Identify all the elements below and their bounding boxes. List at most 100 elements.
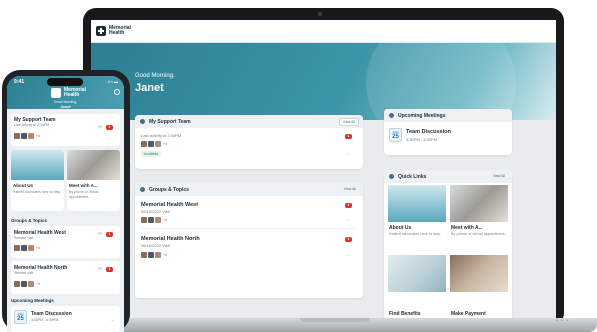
mobile-tile-meet[interactable]: Meet with A... By phone or virtual appoi… [67,150,120,211]
avatar [155,141,161,147]
tile-title: About Us [13,183,33,188]
message-icon: ✉ [98,266,102,271]
arrow-right-icon[interactable]: → [345,151,350,157]
dynamic-island [47,78,83,86]
brand-name: Memorial Health [109,26,131,36]
mobile-tile-about-us[interactable]: About Us Patient advocates here to help. [11,150,64,211]
availability-badge: Available [141,151,162,157]
laptop-photo [388,185,446,222]
avatar [155,217,161,223]
support-team-header: My Support Team View All [135,115,363,128]
mobile-last-activity: Last activity at 2:34PM [14,123,50,127]
status-icons: ..ll ≈ ▬ [105,79,118,84]
video-call-photo [450,185,508,222]
quick-links-card: Quick Links View All About Us Patient ad… [384,170,512,326]
unread-badge: 1 [345,134,352,139]
group-badge: 1 [106,267,113,272]
quick-link-tile-make-payment[interactable]: Make Payment [450,255,508,325]
message-icon: ✉ [98,124,102,129]
avatar [14,133,20,139]
support-team-view-all-button[interactable]: View All [338,118,359,126]
mobile-groups-title: Groups & Topics [11,218,47,223]
avatar [141,217,147,223]
brand-name-line2: Health [109,30,125,36]
groups-view-all-button[interactable]: View All [341,186,359,192]
avatar-more-count: +4 [163,142,167,146]
mobile-group-card[interactable]: Memorial Health North Remote visit. ✉ 1 … [11,261,120,294]
group-badge: 2 [345,237,352,242]
avatar-more-count: +4 [163,253,167,257]
brand-logo[interactable]: Memorial Health [96,26,131,36]
laptop-photo [11,150,64,180]
team-icon [140,119,145,124]
keyboard-photo [388,255,446,292]
cross-logo-icon [51,88,61,98]
quick-links-title: Quick Links [398,173,427,180]
mobile-brand-logo[interactable]: Memorial Health [51,88,86,98]
laptop-vent-dots: • • • [556,318,570,324]
status-time: 9:41 [14,79,25,85]
link-icon [389,174,394,179]
avatar [141,252,147,258]
tile-title: Make Payment [451,311,486,317]
group-avatars: +4 [14,245,40,251]
mobile-unread-badge: 1 [106,125,113,130]
support-team-title: My Support Team [149,118,191,125]
meeting-date-box: JUN 25 [389,128,402,142]
tile-subtitle: Patient advocates here to help. [389,232,442,236]
quick-link-tile-find-benefits[interactable]: Find Benefits [388,255,446,325]
avatar [148,217,154,223]
tile-subtitle: Patient advocates here to help. [13,190,62,194]
mobile-brand-name: Memorial Health [64,88,86,98]
quick-links-view-all-button[interactable]: View All [490,173,508,179]
cross-logo-icon [96,26,106,36]
groups-icon [140,187,145,192]
arrow-right-icon[interactable]: → [345,217,350,223]
meeting-time: 3:30PM - 4:30PM [406,137,438,142]
team-avatars[interactable]: +4 [141,141,167,147]
meeting-name: Team Discussion [406,129,451,135]
avatar [28,133,34,139]
laptop-notch [300,318,370,322]
divider [141,228,357,229]
quick-link-tile-about-us[interactable]: About Us Patient advocates here to help. [388,185,446,251]
arrow-right-icon[interactable]: → [345,252,350,258]
greeting-text: Good Morning, [135,73,175,79]
group-avatars: +4 [141,217,167,223]
group-sub: Remote visit. [14,236,35,240]
tile-title: Meet with A... [451,225,483,231]
avatar [141,141,147,147]
payment-photo [450,255,508,292]
meeting-day: 25 [392,134,399,140]
mobile-group-card[interactable]: Memorial Health West Remote visit. ✉ 1 +… [11,226,120,258]
avatar [155,252,161,258]
avatar-more-count: +4 [36,282,40,286]
avatar-more-count: +4 [163,218,167,222]
group-badge: 1 [106,232,113,237]
meeting-time: 3:30PM - 4:30PM [31,318,59,322]
groups-header: Groups & Topics View All [135,183,363,196]
meeting-date-box: JUN 25 [14,310,27,324]
group-name: Memorial Health West [141,202,199,208]
avatar [21,133,27,139]
mobile-meeting-card[interactable]: JUN 25 Team Discussion 3:30PM - 4:30PM → [11,306,120,332]
mobile-support-team-card[interactable]: My Support Team Last activity at 2:34PM … [11,114,120,146]
mobile-meetings-title: Upcoming Meetings [11,298,54,303]
avatar-more-count: +4 [36,134,40,138]
tile-title: About Us [389,225,412,231]
user-profile-icon[interactable] [114,89,120,95]
desktop-app-screen: Memorial Health Good Morning, Janet My S… [91,20,556,326]
avatar [21,245,27,251]
avatar [148,252,154,258]
tile-title: Find Benefits [389,311,421,317]
groups-title: Groups & Topics [149,186,189,193]
mobile-app-screen: 9:41 ..ll ≈ ▬ Memorial Health Good Morni… [7,76,124,332]
mobile-team-avatars: +4 [14,133,40,139]
quick-link-tile-meet[interactable]: Meet with A... By phone or virtual appoi… [450,185,508,251]
arrow-right-icon[interactable]: → [109,317,114,323]
upcoming-meetings-card: Upcoming Meetings JUN 25 Team Discussion… [384,109,512,155]
message-icon: ✉ [98,231,102,236]
device-mockup-stage: Memorial Health Good Morning, Janet My S… [0,0,597,332]
avatar [28,245,34,251]
tile-title: Meet with A... [69,183,98,188]
